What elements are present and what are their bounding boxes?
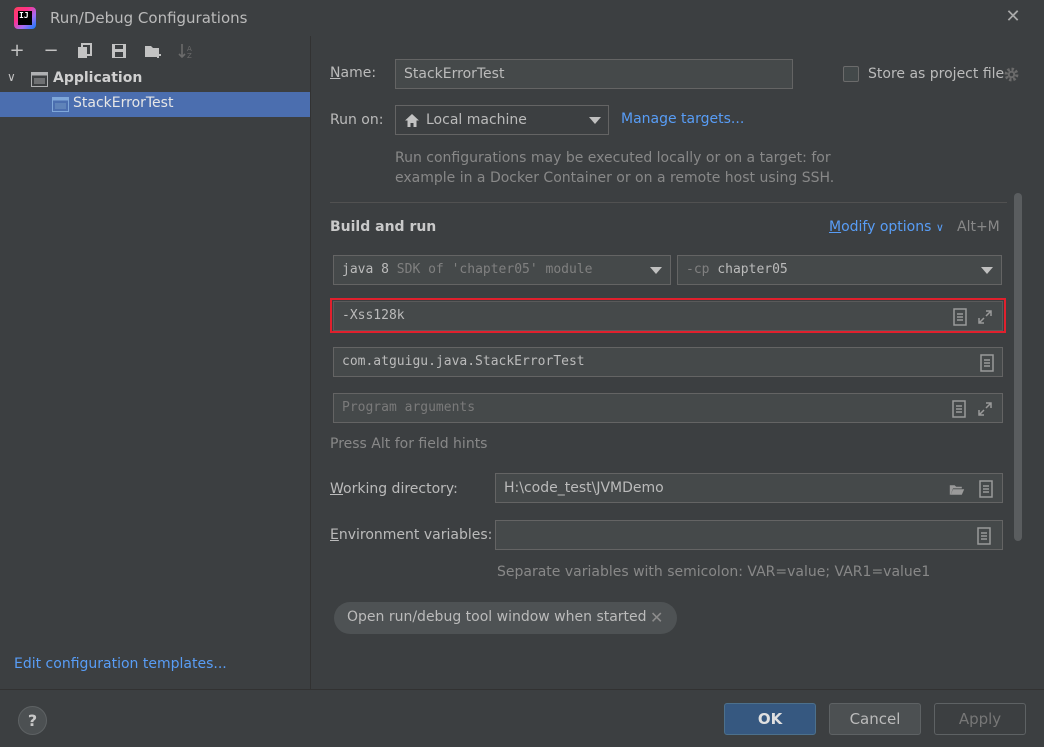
chevron-down-icon: ∨ xyxy=(935,221,944,234)
folder-icon[interactable] xyxy=(949,481,965,499)
document-icon[interactable] xyxy=(952,308,968,326)
dialog-buttons-bar: ? OK Cancel Apply xyxy=(0,689,1044,747)
tree-item-application[interactable]: ∨ Application xyxy=(0,67,310,92)
main-class-field[interactable]: com.atguigu.java.StackErrorTest xyxy=(333,347,1003,377)
environment-variables-label: Environment variables: xyxy=(330,527,493,543)
save-icon[interactable] xyxy=(108,40,130,62)
store-project-label: Store as project file xyxy=(868,66,1005,82)
vm-options-value: -Xss128k xyxy=(342,308,405,323)
cancel-button[interactable]: Cancel xyxy=(829,703,921,735)
new-folder-icon[interactable] xyxy=(142,40,164,62)
chevron-down-icon xyxy=(981,267,993,274)
run-on-value: Local machine xyxy=(426,112,527,128)
sort-icon[interactable]: AZ xyxy=(176,40,198,62)
field-hints: Press Alt for field hints xyxy=(330,436,488,452)
svg-text:Z: Z xyxy=(187,52,192,59)
remove-icon[interactable]: − xyxy=(40,40,62,62)
run-on-dropdown[interactable]: Local machine xyxy=(395,105,609,135)
build-run-title: Build and run xyxy=(330,219,437,235)
program-arguments-field[interactable]: Program arguments xyxy=(333,393,1003,423)
name-value: StackErrorTest xyxy=(404,66,505,82)
program-arguments-placeholder: Program arguments xyxy=(342,400,476,415)
gear-icon[interactable] xyxy=(1003,66,1020,83)
document-icon[interactable] xyxy=(978,480,994,498)
chevron-down-icon xyxy=(589,117,601,124)
copy-icon[interactable] xyxy=(74,40,96,62)
vm-options-field[interactable]: -Xss128k xyxy=(333,301,1003,331)
intellij-logo-icon: IJ xyxy=(14,7,36,29)
tree-item-label: StackErrorTest xyxy=(73,95,174,111)
working-directory-label: Working directory: xyxy=(330,481,458,497)
modify-options-shortcut: Alt+M xyxy=(957,219,1000,235)
apply-button[interactable]: Apply xyxy=(934,703,1026,735)
tree-group-label: Application xyxy=(53,70,143,86)
separator xyxy=(330,202,1007,203)
expand-icon[interactable] xyxy=(977,400,993,418)
document-icon[interactable] xyxy=(976,527,992,545)
main-class-value: com.atguigu.java.StackErrorTest xyxy=(342,354,585,369)
application-config-icon xyxy=(52,97,69,112)
scrollbar[interactable] xyxy=(1014,193,1022,541)
edit-templates-link[interactable]: Edit configuration templates... xyxy=(14,656,227,672)
expand-icon[interactable] xyxy=(977,308,993,326)
name-label: Name: xyxy=(330,65,377,81)
run-on-hint-line-2: example in a Docker Container or on a re… xyxy=(395,170,835,186)
configurations-panel: + − AZ ∨ Application StackErrorTest Edit… xyxy=(0,36,311,689)
modify-options-link[interactable]: Modify options ∨ xyxy=(829,219,944,235)
document-icon[interactable] xyxy=(979,354,995,372)
tree-item-stackerrortest[interactable]: StackErrorTest xyxy=(0,92,310,117)
chevron-down-icon xyxy=(650,267,662,274)
working-directory-value: H:\code_test\JVMDemo xyxy=(504,480,664,496)
store-project-checkbox[interactable] xyxy=(843,66,859,82)
window-title: Run/Debug Configurations xyxy=(50,9,248,27)
home-icon xyxy=(405,114,419,127)
close-icon[interactable]: ✕ xyxy=(650,608,663,627)
chevron-down-icon[interactable]: ∨ xyxy=(7,70,16,84)
classpath-value: -cp chapter05 xyxy=(686,262,788,277)
open-tool-window-chip[interactable]: Open run/debug tool window when started … xyxy=(334,602,677,634)
configuration-form: Name: StackErrorTest Store as project fi… xyxy=(311,36,1044,689)
document-icon[interactable] xyxy=(951,400,967,418)
ok-button[interactable]: OK xyxy=(724,703,816,735)
chip-label: Open run/debug tool window when started xyxy=(347,609,647,625)
add-icon[interactable]: + xyxy=(6,40,28,62)
help-button[interactable]: ? xyxy=(18,706,47,735)
run-on-hint-line-1: Run configurations may be executed local… xyxy=(395,150,831,166)
manage-targets-link[interactable]: Manage targets... xyxy=(621,111,744,127)
run-on-label: Run on: xyxy=(330,112,384,128)
classpath-dropdown[interactable]: -cp chapter05 xyxy=(677,255,1002,285)
environment-variables-hint: Separate variables with semicolon: VAR=v… xyxy=(497,564,931,580)
jdk-main: java 8 SDK of 'chapter05' module xyxy=(342,262,593,277)
application-icon xyxy=(31,72,48,87)
name-field[interactable]: StackErrorTest xyxy=(395,59,793,89)
working-directory-field[interactable]: H:\code_test\JVMDemo xyxy=(495,473,1003,503)
jdk-dropdown[interactable]: java 8 SDK of 'chapter05' module xyxy=(333,255,671,285)
environment-variables-field[interactable] xyxy=(495,520,1003,550)
title-bar: IJ Run/Debug Configurations ✕ xyxy=(0,0,1044,36)
configurations-toolbar: + − AZ xyxy=(0,36,310,66)
close-icon[interactable]: ✕ xyxy=(1002,6,1024,28)
